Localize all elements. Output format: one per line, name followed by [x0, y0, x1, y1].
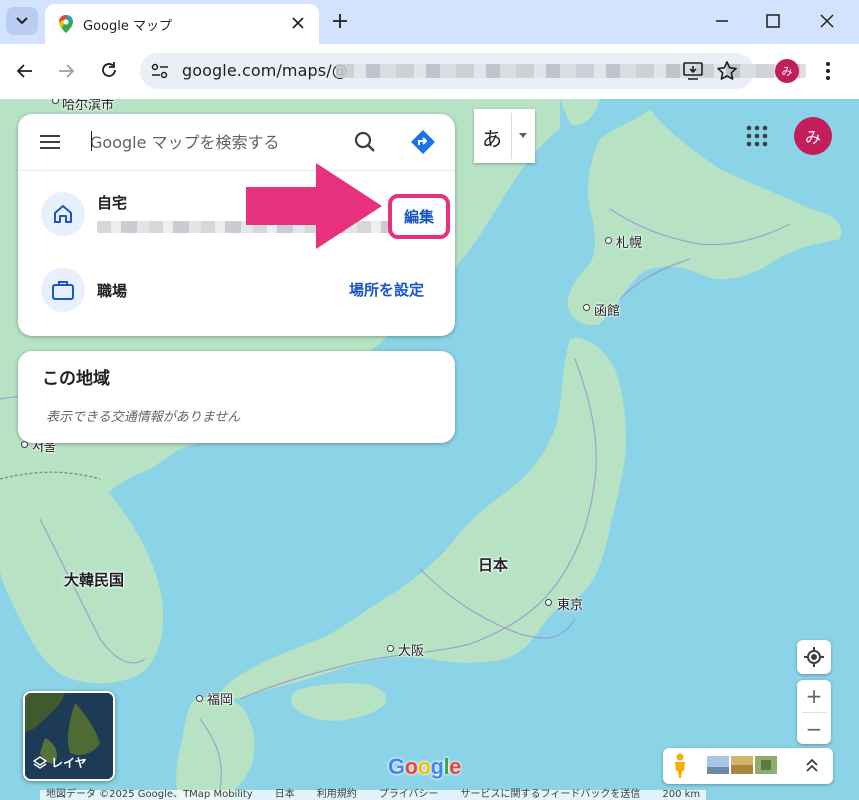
hamburger-menu-icon[interactable]	[38, 132, 62, 152]
area-traffic-card: この地域 表示できる交通情報がありません	[18, 351, 455, 443]
zoom-control: + −	[797, 680, 831, 744]
pegman-icon[interactable]	[671, 753, 689, 779]
more-vert-icon[interactable]	[818, 60, 838, 82]
layers-icon	[33, 755, 47, 769]
directions-icon[interactable]	[410, 129, 436, 155]
tab-search-button[interactable]	[6, 7, 38, 35]
edit-home-button[interactable]: 編集	[404, 206, 434, 227]
bookmark-star-icon[interactable]	[716, 60, 738, 82]
new-tab-icon[interactable]	[330, 11, 350, 31]
terms-link[interactable]: 利用規約	[317, 790, 357, 800]
city-dot-osaka	[387, 645, 394, 652]
layers-label-wrap: レイヤ	[33, 754, 87, 771]
tab-title: Google マップ	[83, 19, 172, 34]
map-label-sapporo[interactable]: 札幌	[616, 232, 642, 251]
annotation-arrow	[246, 163, 382, 249]
chevron-up-icon[interactable]	[805, 757, 819, 773]
kyushu-landmass	[176, 696, 255, 800]
minimize-icon[interactable]	[712, 11, 732, 31]
work-place-icon[interactable]	[41, 268, 85, 312]
briefcase-icon	[52, 281, 74, 300]
scale-label[interactable]: 200 km	[662, 790, 700, 800]
map-label-tokyo[interactable]: 東京	[557, 594, 583, 613]
my-location-icon	[804, 647, 824, 667]
zoom-out-button[interactable]: −	[797, 713, 831, 745]
home-icon	[54, 205, 72, 223]
shikoku-landmass	[291, 683, 387, 721]
url-text: google.com/maps/@	[182, 61, 348, 80]
map-label-harbin[interactable]: 哈尔滨市	[62, 99, 114, 113]
ime-char: あ	[482, 127, 502, 151]
privacy-link[interactable]: プライバシー	[379, 790, 439, 800]
map-label-fukuoka[interactable]: 福岡	[207, 689, 233, 708]
account-avatar[interactable]: み	[794, 117, 832, 155]
traffic-message: 表示できる交通情報がありません	[46, 410, 241, 425]
close-tab-icon[interactable]	[289, 14, 307, 32]
forward-icon[interactable]	[56, 61, 76, 81]
imagery-thumbnails	[707, 756, 777, 774]
chevron-down-icon	[16, 17, 28, 25]
city-dot-fukuoka	[196, 695, 203, 702]
edit-highlight-box: 編集	[388, 194, 450, 239]
google-apps-icon[interactable]	[746, 125, 768, 147]
map-label-osaka[interactable]: 大阪	[398, 640, 424, 659]
map-footer: 地図データ ©2025 Google、TMap Mobility 日本 利用規約…	[40, 789, 707, 800]
ime-selector[interactable]: あ	[474, 109, 535, 163]
work-label[interactable]: 職場	[97, 280, 127, 301]
browser-toolbar: google.com/maps/@ み	[0, 44, 859, 99]
city-dot-tokyo	[545, 599, 552, 606]
site-info-icon[interactable]	[150, 62, 170, 80]
set-work-location-button[interactable]: 場所を設定	[349, 279, 424, 300]
tab-strip: Google マップ	[0, 0, 859, 44]
tab-google-maps[interactable]: Google マップ	[45, 4, 319, 44]
home-place-icon[interactable]	[41, 192, 85, 236]
feedback-link[interactable]: サービスに関するフィードバックを送信	[461, 790, 641, 800]
city-dot-hakodate	[583, 304, 590, 311]
search-input[interactable]	[90, 128, 340, 156]
maximize-icon[interactable]	[763, 11, 783, 31]
city-dot-sapporo	[605, 237, 612, 244]
google-maps-pin-icon	[59, 15, 73, 33]
install-app-icon[interactable]	[682, 61, 704, 81]
address-bar[interactable]: google.com/maps/@	[140, 53, 806, 89]
caret-down-icon[interactable]	[519, 133, 527, 138]
ime-separator	[511, 113, 512, 159]
map-label-korea[interactable]: 大韓民国	[64, 569, 124, 590]
panel-divider	[18, 170, 455, 171]
street-view-bar[interactable]	[663, 748, 833, 784]
street-view-thumbnail-2[interactable]	[731, 756, 753, 774]
home-label[interactable]: 自宅	[97, 192, 127, 213]
text-cursor	[91, 131, 92, 151]
zoom-in-button[interactable]: +	[797, 680, 831, 712]
street-view-thumbnail-1[interactable]	[707, 756, 729, 774]
my-location-button[interactable]	[797, 640, 831, 674]
browser-profile-avatar[interactable]: み	[775, 59, 799, 83]
map-label-hakodate[interactable]: 函館	[594, 300, 620, 319]
search-panel: 自宅 編集 職場 場所を設定	[18, 114, 455, 336]
map-label-japan[interactable]: 日本	[478, 554, 508, 575]
layers-label: レイヤ	[51, 756, 87, 770]
layers-button[interactable]: レイヤ	[23, 691, 115, 781]
country-link[interactable]: 日本	[275, 790, 295, 800]
google-logo: Google	[388, 754, 461, 779]
street-view-thumbnail-3[interactable]	[755, 756, 777, 774]
search-icon[interactable]	[352, 129, 378, 155]
area-title: この地域	[42, 369, 110, 389]
close-window-icon[interactable]	[817, 11, 837, 31]
map-data-attribution: 地図データ ©2025 Google、TMap Mobility	[46, 789, 253, 800]
back-icon[interactable]	[15, 61, 35, 81]
sakhalin-landmass	[560, 99, 600, 126]
reload-icon[interactable]	[99, 61, 119, 81]
